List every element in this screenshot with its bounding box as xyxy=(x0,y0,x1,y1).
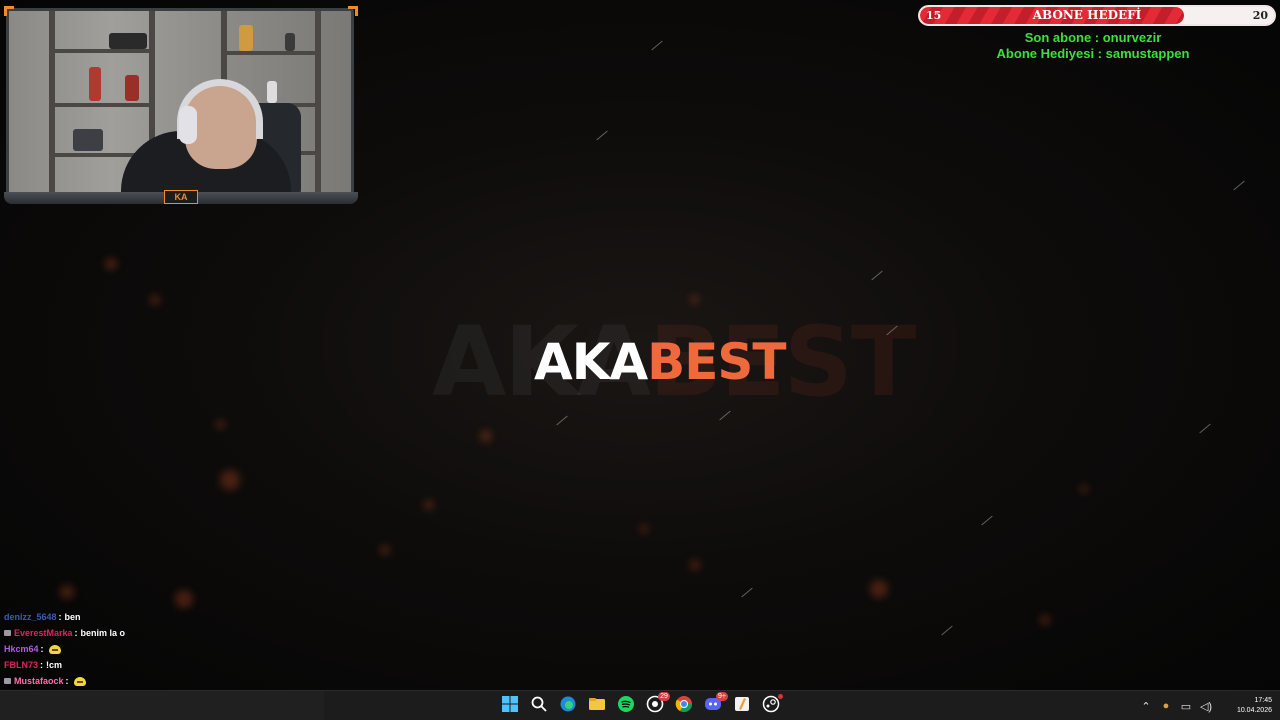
app-icon xyxy=(733,695,751,718)
chat-badge-icon xyxy=(4,678,11,684)
ember-particle xyxy=(60,585,74,599)
chat-message: EverestMarka: benim la o xyxy=(0,625,320,641)
goal-label: ABONE HEDEFİ xyxy=(1032,8,1142,22)
clock-time: 17:45 xyxy=(1254,697,1272,704)
notification-dot xyxy=(778,694,783,699)
goal-end-value: 20 xyxy=(1252,9,1268,22)
streak-particle xyxy=(941,625,953,636)
taskbar-search-button[interactable] xyxy=(527,694,551,718)
chat-username: denizz_5648 xyxy=(4,612,57,622)
ember-particle xyxy=(690,295,699,304)
last-subscriber: Son abone : onurvezir xyxy=(1024,30,1162,45)
taskbar-whatsapp-button[interactable]: 29 xyxy=(643,692,670,718)
taskbar-apps: 29 9+ xyxy=(498,692,783,718)
clock[interactable]: 17:45 10.04.2026 xyxy=(1216,696,1280,716)
ember-particle xyxy=(175,590,193,608)
ember-particle xyxy=(220,470,240,490)
streak-particle xyxy=(741,587,753,598)
search-icon xyxy=(530,695,548,718)
logo-orange-part: BEST xyxy=(647,333,786,391)
streak-particle xyxy=(651,40,663,51)
ember-particle xyxy=(150,295,160,305)
streak-particle xyxy=(1199,423,1211,434)
taskbar-steam-button[interactable] xyxy=(759,694,783,718)
edge-icon xyxy=(559,695,577,718)
subscriber-goal-bar: 15 ABONE HEDEFİ 20 xyxy=(918,5,1276,26)
chat-message: Hkcm64: xyxy=(0,641,320,657)
windows-icon xyxy=(501,695,519,718)
logo-white-part: AKA xyxy=(534,333,648,391)
chevron-up-icon[interactable]: ⌃ xyxy=(1136,696,1156,716)
webcam-logo-badge: KA xyxy=(164,190,198,204)
gift-subscriber: Abone Hediyesi : samustappen xyxy=(996,46,1190,61)
ember-particle xyxy=(1080,485,1088,493)
ember-particle xyxy=(690,560,700,570)
ember-particle xyxy=(105,258,117,270)
chat-text: !cm xyxy=(46,660,63,670)
chat-badge-icon xyxy=(4,630,11,636)
taskbar-app-button[interactable] xyxy=(730,694,754,718)
ember-particle xyxy=(1040,615,1050,625)
chat-username: FBLN73 xyxy=(4,660,39,670)
chat-message: Mustafaock: xyxy=(0,673,320,689)
chat-username: EverestMarka xyxy=(14,628,73,638)
taskbar-spotify-button[interactable] xyxy=(614,694,638,718)
ember-particle xyxy=(424,500,434,510)
webcam-overlay: KA xyxy=(4,6,358,204)
volume-icon[interactable]: ◁) xyxy=(1196,696,1216,716)
notification-badge: 29 xyxy=(658,692,670,701)
taskbar: 29 9+ ⌃ ● ▭ ◁) 17:45 10.04.2026 xyxy=(0,690,1280,720)
streak-particle xyxy=(981,515,993,526)
steam-icon xyxy=(762,695,780,718)
chat-text: ben xyxy=(64,612,81,622)
taskbar-explorer-button[interactable] xyxy=(585,694,609,718)
emote-icon xyxy=(48,644,61,654)
taskbar-chrome-button[interactable] xyxy=(672,694,696,718)
network-icon[interactable]: ▭ xyxy=(1176,696,1196,716)
chat-username: Hkcm64 xyxy=(4,644,39,654)
streak-particle xyxy=(596,130,608,141)
ember-particle xyxy=(380,545,390,555)
chat-text: benim la o xyxy=(80,628,126,638)
folder-icon xyxy=(588,695,606,718)
chat-message: denizz_5648: ben xyxy=(0,609,320,625)
taskbar-discord-button[interactable]: 9+ xyxy=(701,692,728,718)
ember-particle xyxy=(870,580,888,598)
ember-particle xyxy=(480,430,492,442)
notification-badge: 9+ xyxy=(716,692,728,701)
streak-particle xyxy=(1233,180,1245,191)
taskbar-edge-button[interactable] xyxy=(556,694,580,718)
webcam-feed xyxy=(6,8,354,198)
system-tray: ⌃ ● ▭ ◁) 17:45 10.04.2026 xyxy=(1136,691,1280,720)
streak-particle xyxy=(871,270,883,281)
chrome-icon xyxy=(675,695,693,718)
taskbar-start-button[interactable] xyxy=(498,694,522,718)
ember-particle xyxy=(640,525,648,533)
akabest-logo: AKABEST xyxy=(534,333,787,391)
taskbar-left-area xyxy=(0,691,324,720)
chat-message: FBLN73: !cm xyxy=(0,657,320,673)
ember-particle xyxy=(216,420,225,429)
clock-date: 10.04.2026 xyxy=(1236,707,1272,714)
chat-username: Mustafaock xyxy=(14,676,64,686)
spotify-icon xyxy=(617,695,635,718)
emote-icon xyxy=(73,676,86,686)
microphone-icon[interactable]: ● xyxy=(1156,696,1176,716)
